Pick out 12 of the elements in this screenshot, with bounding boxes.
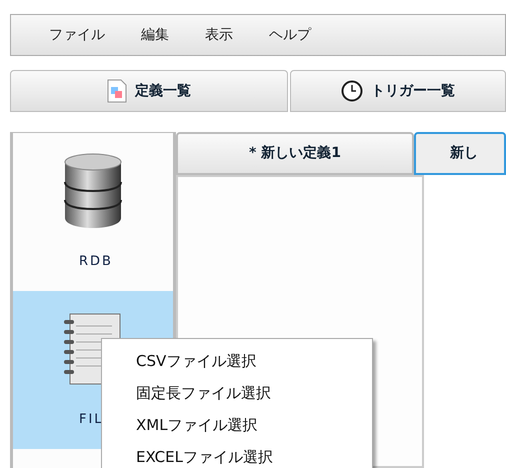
palette-item[interactable]: RDB: [13, 133, 173, 291]
document-icon: [107, 79, 127, 103]
editor-tab[interactable]: * 新しい定義1: [176, 132, 414, 175]
menu-item[interactable]: 表示: [205, 24, 233, 46]
menu-item[interactable]: ヘルプ: [269, 24, 311, 46]
menu-item[interactable]: 編集: [141, 24, 169, 46]
editor-tab[interactable]: 新し: [414, 132, 506, 175]
main-tab[interactable]: トリガー一覧: [290, 70, 506, 112]
clock-icon: [341, 80, 363, 102]
main-tab[interactable]: 定義一覧: [10, 70, 288, 112]
database-icon: [63, 152, 123, 230]
menu-item[interactable]: ファイル: [49, 24, 105, 46]
